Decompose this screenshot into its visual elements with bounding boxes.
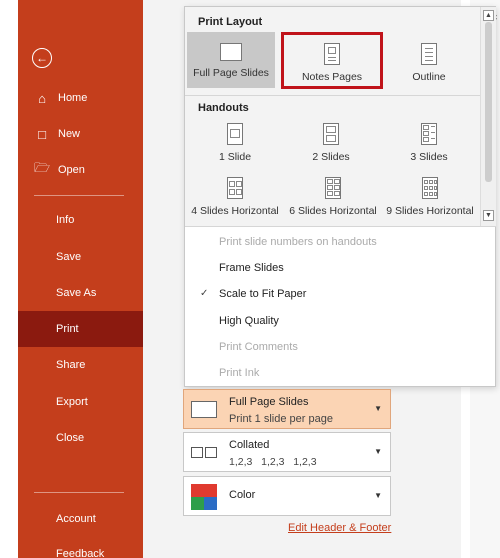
option-label: 2 Slides	[312, 151, 350, 163]
handout-3-icon	[421, 123, 437, 145]
handout-2-icon	[323, 123, 339, 145]
print-layout-header: Print Layout	[198, 16, 263, 28]
slide-thumb-icon	[220, 43, 242, 61]
sidebar-item-save[interactable]: Save	[18, 239, 143, 275]
menu-label: Frame Slides	[219, 262, 284, 274]
color-selector[interactable]: Color ▼	[183, 476, 391, 516]
notes-page-icon	[324, 43, 340, 65]
menu-scale-to-fit-paper[interactable]: ✓ Scale to Fit Paper	[200, 288, 307, 300]
option-full-page-slides[interactable]: Full Page Slides	[187, 32, 275, 88]
option-notes-pages[interactable]: Notes Pages	[281, 32, 383, 89]
option-9-slides-horizontal[interactable]: 9 Slides Horizontal	[381, 175, 479, 223]
option-6-slides-horizontal[interactable]: 6 Slides Horizontal	[283, 175, 383, 223]
new-doc-icon: □	[38, 126, 46, 142]
collation-selector[interactable]: Collated 1,2,3 1,2,3 1,2,3 ▼	[183, 432, 391, 472]
chevron-down-icon: ▼	[374, 447, 382, 456]
print-layout-dropdown: Print Layout Full Page Slides Notes Page…	[184, 6, 496, 387]
sidebar-item-label: Account	[56, 513, 96, 525]
menu-label: Print slide numbers on handouts	[219, 236, 377, 248]
scroll-down-icon[interactable]: ▼	[483, 210, 494, 221]
menu-high-quality[interactable]: High Quality	[219, 315, 279, 327]
collated-icon	[191, 447, 217, 458]
sidebar-item-info[interactable]: Info	[18, 202, 143, 238]
color-swatch-icon	[191, 484, 217, 510]
print-layout-selector[interactable]: Full Page Slides Print 1 slide per page …	[183, 389, 391, 429]
backstage-sidebar: ← ⌂ Home □ New 🗁 Open Info Save Save As …	[18, 0, 143, 558]
edit-header-footer-link[interactable]: Edit Header & Footer	[288, 522, 391, 534]
layout-gallery: Print Layout Full Page Slides Notes Page…	[185, 7, 480, 226]
sidebar-item-label: Info	[56, 214, 75, 226]
scrollbar-thumb[interactable]	[485, 22, 492, 182]
outline-icon	[421, 43, 437, 65]
sidebar-item-home[interactable]: ⌂ Home	[18, 80, 143, 116]
option-label: 4 Slides Horizontal	[191, 205, 279, 217]
option-label: Notes Pages	[301, 71, 363, 83]
sidebar-item-print[interactable]: Print	[18, 311, 143, 347]
chevron-down-icon: ▼	[374, 491, 382, 500]
sidebar-item-label: Save As	[56, 287, 97, 299]
handouts-header: Handouts	[198, 102, 249, 114]
menu-print-ink: Print Ink	[219, 367, 259, 379]
sidebar-item-label: Feedback	[56, 548, 105, 558]
sidebar-item-label: Save	[56, 251, 82, 263]
selector-subtitle: 1,2,3 1,2,3 1,2,3	[229, 456, 317, 468]
sidebar-item-account[interactable]: Account	[18, 501, 143, 537]
selector-title: Collated	[229, 439, 270, 451]
option-label: 6 Slides Horizontal	[289, 205, 377, 217]
menu-frame-slides[interactable]: Frame Slides	[219, 262, 284, 274]
menu-label: Print Comments	[219, 341, 298, 353]
sidebar-item-label: Print	[56, 323, 79, 335]
option-label: 3 Slides	[410, 151, 448, 163]
sidebar-item-label: Close	[56, 432, 85, 444]
sidebar-item-new[interactable]: □ New	[18, 116, 143, 152]
sidebar-item-label: Export	[56, 396, 88, 408]
sidebar-item-label: Open	[58, 164, 85, 176]
handout-1-icon	[227, 123, 243, 145]
handout-6-icon	[325, 177, 341, 199]
menu-label: High Quality	[219, 315, 279, 327]
sidebar-item-open[interactable]: 🗁 Open	[18, 152, 143, 188]
checkmark-icon: ✓	[200, 288, 209, 299]
option-3-slides[interactable]: 3 Slides	[381, 119, 477, 169]
menu-label: Scale to Fit Paper	[219, 288, 307, 300]
handout-4-icon	[227, 177, 243, 199]
option-label: Outline	[412, 71, 446, 83]
sidebar-item-label: Home	[58, 92, 88, 104]
scroll-up-icon[interactable]: ▲	[483, 10, 494, 21]
sidebar-item-label: New	[58, 128, 81, 140]
option-label: 9 Slides Horizontal	[386, 205, 474, 217]
sidebar-item-close[interactable]: Close	[18, 420, 143, 456]
folder-open-icon: 🗁	[33, 160, 51, 175]
chevron-down-icon: ▼	[374, 404, 382, 413]
option-label: Full Page Slides	[193, 67, 269, 79]
sidebar-divider	[34, 492, 124, 493]
section-divider	[185, 95, 480, 96]
sidebar-divider	[34, 195, 124, 196]
slide-layout-icon	[191, 401, 217, 418]
handout-9-icon	[422, 177, 438, 199]
option-4-slides-horizontal[interactable]: 4 Slides Horizontal	[185, 175, 285, 223]
menu-label: Print Ink	[219, 367, 260, 379]
gallery-scrollbar[interactable]: ▲ ▼	[480, 7, 496, 226]
sidebar-item-label: Share	[56, 359, 86, 371]
menu-print-slide-numbers: Print slide numbers on handouts	[219, 236, 377, 248]
back-arrow-icon[interactable]: ←	[32, 48, 52, 68]
menu-divider	[185, 226, 496, 227]
selector-subtitle: Print 1 slide per page	[229, 413, 333, 425]
sidebar-item-feedback[interactable]: Feedback	[18, 536, 143, 558]
option-label: 1 Slide	[218, 151, 252, 163]
option-2-slides[interactable]: 2 Slides	[283, 119, 379, 169]
selector-title: Full Page Slides	[229, 396, 309, 408]
menu-print-comments: Print Comments	[219, 341, 298, 353]
selector-title: Color	[229, 489, 256, 501]
sidebar-item-save-as[interactable]: Save As	[18, 275, 143, 311]
sidebar-item-share[interactable]: Share	[18, 347, 143, 383]
home-icon: ⌂	[38, 90, 46, 106]
sidebar-item-export[interactable]: Export	[18, 384, 143, 420]
option-1-slide[interactable]: 1 Slide	[187, 119, 283, 169]
option-outline[interactable]: Outline	[387, 32, 471, 88]
